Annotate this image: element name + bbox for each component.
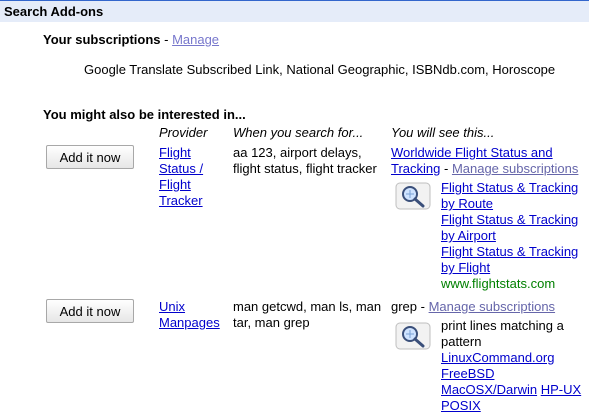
provider-unix-manpages[interactable]: Unix Manpages <box>159 299 220 331</box>
query-line: flight status, flight tracker <box>233 161 377 176</box>
subscriptions-separator: - <box>160 32 173 47</box>
query-line: aa 123, airport delays, <box>233 145 362 160</box>
provider-line[interactable]: Flight <box>159 177 203 193</box>
subscriptions-line: Your subscriptions - Manage <box>43 32 219 47</box>
section-header: Search Add-ons <box>0 0 589 22</box>
result-link[interactable]: POSIX <box>441 398 581 414</box>
queries-unix: man getcwd, man ls, man tar, man grep <box>233 299 381 331</box>
provider-line[interactable]: Unix <box>159 299 220 315</box>
result-link[interactable]: by Airport <box>441 228 578 244</box>
result-title: grep <box>391 299 418 314</box>
result-link[interactable]: FreeBSD <box>441 366 581 382</box>
result-link[interactable]: MacOSX/Darwin <box>441 382 537 397</box>
manage-subscriptions-link[interactable]: Manage <box>172 32 219 47</box>
result-link[interactable]: by Flight <box>441 260 578 276</box>
description-line: print lines matching a <box>441 318 564 333</box>
column-when: When you search for... <box>233 125 364 140</box>
result-link[interactable]: Flight Status & Tracking <box>441 244 578 260</box>
subscriptions-list: Google Translate Subscribed Link, Nation… <box>84 62 556 77</box>
magnifier-globe-icon <box>395 322 431 350</box>
result-title-grep: grep - Manage subscriptions <box>391 299 555 314</box>
result-source: www.flightstats.com <box>441 276 556 291</box>
suggestions-heading: You might also be interested in... <box>43 107 246 122</box>
result-link[interactable]: HP-UX <box>541 382 581 397</box>
manage-subscriptions-link[interactable]: Manage subscriptions <box>429 299 555 314</box>
manage-subscriptions-link[interactable]: Manage subscriptions <box>452 161 578 176</box>
result-link[interactable]: by Route <box>441 196 578 212</box>
result-title-flight: Worldwide Flight Status and Tracking - M… <box>391 145 578 177</box>
queries-flight-status: aa 123, airport delays, flight status, f… <box>233 145 377 177</box>
provider-line[interactable]: Tracker <box>159 193 203 209</box>
result-link[interactable]: Flight Status & Tracking <box>441 180 578 196</box>
provider-line[interactable]: Status / <box>159 161 203 177</box>
column-provider: Provider <box>159 125 208 140</box>
add-unix-manpages-button[interactable]: Add it now <box>46 299 134 323</box>
dash: - <box>417 299 429 314</box>
section-title: Search Add-ons <box>4 4 104 19</box>
column-see: You will see this... <box>391 125 495 140</box>
result-link[interactable]: Flight Status & Tracking <box>441 212 578 228</box>
results-list-flight: Flight Status & Tracking by Route Flight… <box>441 180 578 292</box>
add-flight-status-button[interactable]: Add it now <box>46 145 134 169</box>
result-link[interactable]: LinuxCommand.org <box>441 350 581 366</box>
provider-line[interactable]: Flight <box>159 145 203 161</box>
provider-line[interactable]: Manpages <box>159 315 220 331</box>
query-line: tar, man grep <box>233 315 310 330</box>
results-list-grep: print lines matching a pattern LinuxComm… <box>441 318 581 414</box>
dash: - <box>440 161 452 176</box>
magnifier-globe-icon <box>395 182 431 210</box>
result-title-line[interactable]: Worldwide Flight Status and <box>391 145 578 161</box>
provider-flight-status[interactable]: Flight Status / Flight Tracker <box>159 145 203 209</box>
subscriptions-label: Your subscriptions <box>43 32 161 47</box>
result-title-line[interactable]: Tracking <box>391 161 440 176</box>
description-line: pattern <box>441 334 482 349</box>
query-line: man getcwd, man ls, man <box>233 299 382 314</box>
